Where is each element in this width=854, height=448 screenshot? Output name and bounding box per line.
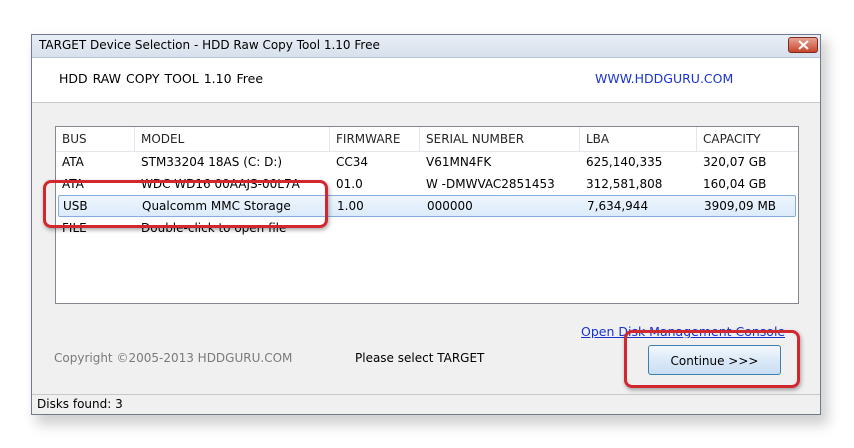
cell-capacity: 3909,09 MB (704, 199, 777, 213)
cell-model: Qualcomm MMC Storage (142, 199, 291, 213)
status-bar: Disks found: 3 (32, 394, 820, 414)
cell-firmware: CC34 (336, 155, 369, 169)
cell-serial: W -DMWVAC2851453 (426, 177, 555, 191)
copyright-text: Copyright ©2005-2013 HDDGURU.COM (54, 351, 293, 365)
website-link[interactable]: WWW.HDDGURU.COM (595, 71, 733, 86)
disks-found-text: Disks found: 3 (37, 397, 123, 411)
list-item-selected[interactable]: USB Qualcomm MMC Storage 1.00 000000 7,6… (58, 195, 796, 217)
header-panel: HDD RAW COPY TOOL 1.10 Free WWW.HDDGURU.… (32, 58, 820, 103)
column-header-lba[interactable]: LBA (580, 127, 697, 151)
disk-management-link[interactable]: Open Disk Management Console (581, 324, 785, 338)
cell-lba: 312,581,808 (586, 177, 663, 191)
device-selection-window: TARGET Device Selection - HDD Raw Copy T… (31, 34, 821, 415)
column-header-bus[interactable]: BUS (56, 127, 135, 151)
close-button[interactable] (788, 37, 818, 53)
column-header-model[interactable]: MODEL (135, 127, 330, 151)
device-list[interactable]: BUS MODEL FIRMWARE SERIAL NUMBER LBA CAP… (55, 126, 799, 304)
app-name: HDD RAW COPY TOOL 1.10 Free (59, 71, 264, 86)
list-header: BUS MODEL FIRMWARE SERIAL NUMBER LBA CAP… (56, 127, 798, 152)
cell-model: STM33204 18AS (C: D:) (141, 155, 283, 169)
close-icon (798, 40, 809, 50)
cell-bus: ATA (62, 177, 84, 191)
cell-capacity: 160,04 GB (703, 177, 767, 191)
cell-serial: 000000 (427, 199, 473, 213)
title-bar[interactable]: TARGET Device Selection - HDD Raw Copy T… (32, 35, 820, 58)
column-header-serial-number[interactable]: SERIAL NUMBER (420, 127, 580, 151)
cell-bus: FILE (62, 221, 87, 235)
window-title: TARGET Device Selection - HDD Raw Copy T… (39, 38, 380, 52)
continue-button[interactable]: Continue >>> (648, 345, 781, 375)
cell-serial: V61MN4FK (426, 155, 492, 169)
cell-bus: ATA (62, 155, 84, 169)
column-header-firmware[interactable]: FIRMWARE (330, 127, 420, 151)
list-item[interactable]: FILE Double-click to open file (56, 217, 798, 239)
select-target-prompt: Please select TARGET (355, 351, 485, 365)
column-header-capacity[interactable]: CAPACITY (697, 127, 798, 151)
cell-model: Double-click to open file (141, 221, 287, 235)
list-item[interactable]: ATA STM33204 18AS (C: D:) CC34 V61MN4FK … (56, 151, 798, 173)
cell-lba: 7,634,944 (587, 199, 649, 213)
cell-lba: 625,140,335 (586, 155, 663, 169)
list-item[interactable]: ATA WDC WD16 00AAJS-00L7A 01.0 W -DMWVAC… (56, 173, 798, 195)
cell-model: WDC WD16 00AAJS-00L7A (141, 177, 300, 191)
cell-firmware: 1.00 (337, 199, 364, 213)
cell-bus: USB (63, 199, 88, 213)
cell-firmware: 01.0 (336, 177, 363, 191)
cell-capacity: 320,07 GB (703, 155, 767, 169)
